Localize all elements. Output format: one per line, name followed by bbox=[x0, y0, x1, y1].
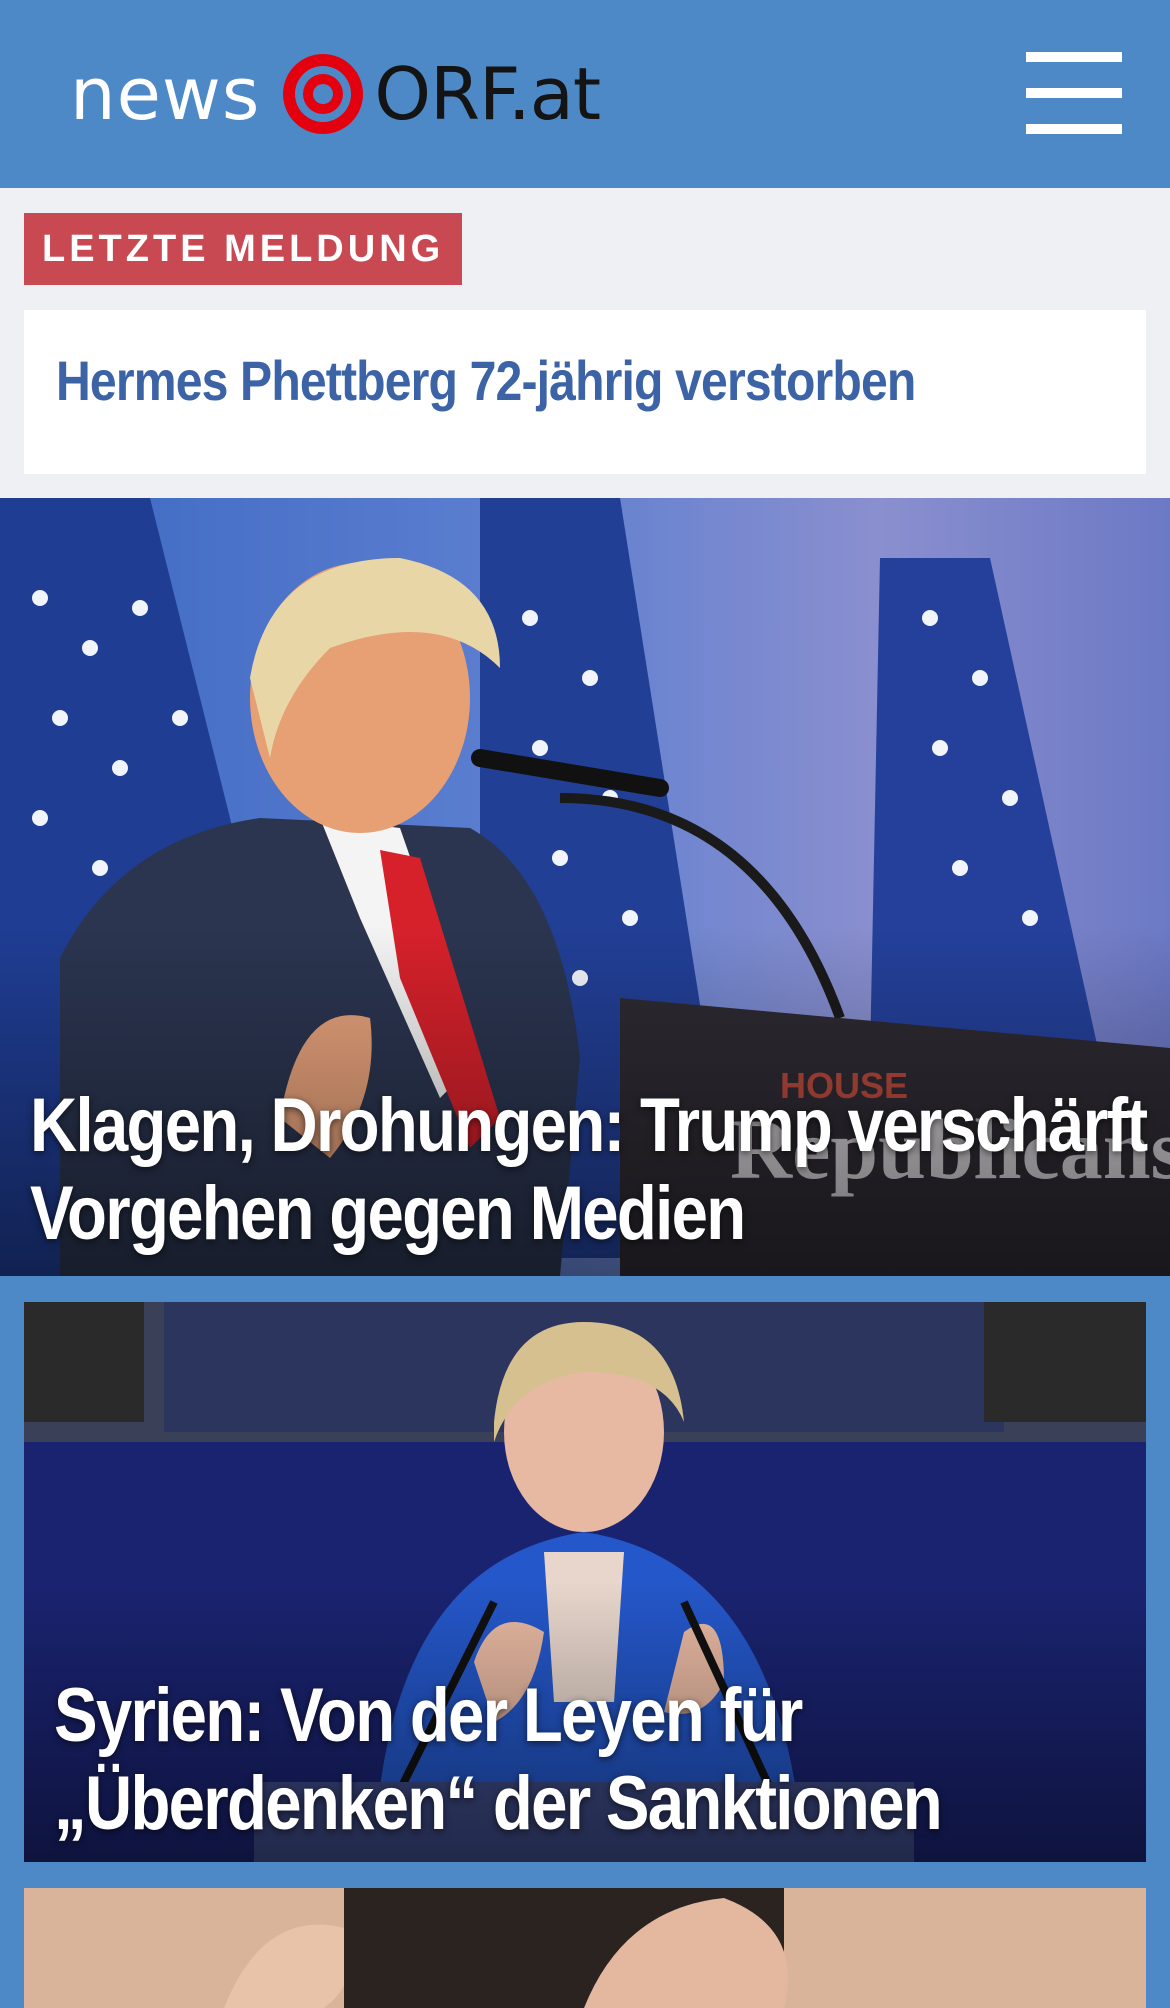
top-story-card[interactable]: HOUSE Republicans Klagen, Drohungen: Tru… bbox=[0, 498, 1170, 1276]
orf-logo[interactable]: news ORF.at bbox=[70, 50, 601, 138]
story-headline[interactable]: Syrien: Von der Leyen für „Überdenken“ d… bbox=[54, 1672, 943, 1848]
top-story-headline[interactable]: Klagen, Drohungen: Trump verschärft Vorg… bbox=[30, 1082, 1148, 1258]
breaking-news-headline[interactable]: Hermes Phettberg 72-jährig verstorben bbox=[56, 348, 916, 413]
story-card[interactable]: Syrien: Von der Leyen für „Überdenken“ d… bbox=[24, 1302, 1146, 1862]
logo-orf-text: ORF.at bbox=[374, 52, 601, 136]
logo-news-text: news bbox=[70, 52, 261, 136]
breaking-news-card[interactable]: Hermes Phettberg 72-jährig verstorben bbox=[24, 310, 1146, 474]
story-headline-line1: Syrien: Von der Leyen für bbox=[54, 1673, 803, 1758]
breaking-news-section: LETZTE MELDUNG Hermes Phettberg 72-jähri… bbox=[0, 188, 1170, 498]
breaking-news-badge: LETZTE MELDUNG bbox=[24, 213, 463, 285]
hands-bag-photo bbox=[24, 1888, 1146, 2008]
top-header: news ORF.at bbox=[0, 0, 1170, 188]
top-story-headline-line2: Vorgehen gegen Medien bbox=[30, 1171, 746, 1256]
orf-target-logo-icon bbox=[283, 54, 364, 134]
top-story-headline-line1: Klagen, Drohungen: Trump verschärft bbox=[30, 1083, 1148, 1168]
hamburger-menu-icon[interactable] bbox=[1026, 52, 1122, 134]
story-headline-line2: „Überdenken“ der Sanktionen bbox=[54, 1761, 943, 1846]
story-card-partial[interactable] bbox=[24, 1888, 1146, 2008]
